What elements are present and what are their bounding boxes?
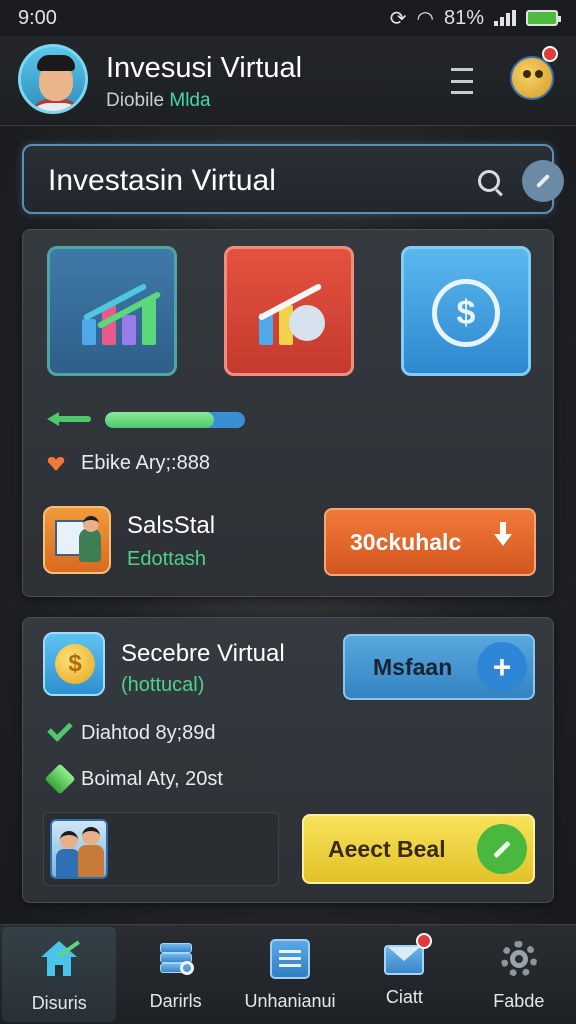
stack-search-icon	[156, 939, 196, 979]
nav-item-data[interactable]: Darirls	[118, 925, 232, 1024]
virtual-card: $ Secebre Virtual (hottucal) Msfaan + Di…	[22, 617, 554, 903]
back-arrow-icon[interactable]	[47, 412, 97, 426]
yellow-button-label: Aeect Beal	[328, 835, 446, 862]
dollar-tile[interactable]: $	[401, 246, 531, 376]
app-subtitle: Diobile Mlda	[106, 90, 211, 112]
nav-label: Ciatt	[385, 987, 423, 1007]
app-header: Invesusi Virtual Diobile Mlda	[0, 36, 576, 126]
nav-label: Disuris	[31, 993, 87, 1013]
subtitle-main: Diobile	[106, 90, 165, 111]
item-subtitle: Edottash	[127, 548, 206, 570]
virtual-subtitle: (hottucal)	[121, 674, 205, 696]
orange-action-button[interactable]: 30ckuhalc	[324, 508, 536, 576]
nav-label: Unhanianui	[244, 991, 336, 1011]
progress-bar	[105, 412, 245, 428]
search-bar[interactable]: Investasin Virtual	[22, 144, 564, 214]
search-input[interactable]: Investasin Virtual	[48, 164, 276, 198]
mascot-notification-icon[interactable]	[506, 46, 558, 104]
gem-icon	[44, 763, 76, 795]
notification-dot	[416, 933, 433, 949]
heart-icon	[47, 457, 65, 471]
mail-icon	[384, 933, 433, 975]
signal-icon	[494, 10, 516, 26]
virtual-title: Secebre Virtual	[121, 640, 285, 667]
plus-icon: +	[477, 642, 527, 692]
avatar[interactable]	[18, 44, 88, 114]
nav-item-home[interactable]: Disuris	[2, 927, 117, 1022]
subtitle-accent: Mlda	[169, 90, 211, 111]
gear-icon	[499, 939, 539, 979]
home-chart-icon	[39, 940, 81, 981]
dollar-icon: $	[432, 279, 500, 347]
bottom-nav: Disuris Darirls Unhanianui Ciatt Fabde	[0, 924, 576, 1024]
battery-percent: 81%	[443, 6, 484, 29]
chart-growth-tile[interactable]	[47, 246, 177, 376]
clock: 9:00	[18, 6, 57, 29]
orange-button-label: 30ckuhalc	[350, 528, 462, 555]
sync-icon: ⟳	[389, 7, 407, 30]
nav-label: Fabde	[493, 991, 545, 1011]
edit-button[interactable]	[522, 160, 564, 202]
item-title: SalsStal	[127, 512, 216, 539]
app-title: Invesusi Virtual	[106, 52, 303, 84]
status-icons: ⟳ ◠ 81%	[389, 6, 561, 31]
nav-label: Darirls	[149, 991, 202, 1011]
people-icon	[50, 819, 108, 879]
nav-item-documents[interactable]: Unhanianui	[233, 925, 347, 1024]
check-icon	[47, 716, 73, 742]
nav-item-settings[interactable]: Fabde	[462, 925, 576, 1024]
check-row-text: Diahtod 8y;89d	[81, 722, 216, 744]
arrow-down-icon	[494, 522, 512, 546]
wifi-icon: ◠	[416, 7, 434, 30]
blue-button-label: Msfaan	[373, 653, 453, 680]
people-thumbnail[interactable]	[43, 812, 279, 886]
teacher-icon	[43, 506, 111, 574]
nav-item-chat[interactable]: Ciatt	[347, 925, 461, 1024]
document-icon	[270, 939, 311, 979]
search-icon[interactable]	[478, 170, 500, 192]
gem-row-text: Boimal Aty, 20st	[81, 768, 223, 790]
stat-text: Ebike Ary;:888	[81, 452, 210, 474]
pencil-icon	[535, 173, 551, 189]
yellow-action-button[interactable]: Aeect Beal	[302, 814, 535, 884]
analytics-tile[interactable]	[224, 246, 354, 376]
notification-badge	[542, 46, 558, 62]
status-bar: 9:00 ⟳ ◠ 81%	[0, 0, 576, 36]
battery-icon	[526, 10, 561, 26]
investment-card: $ Ebike Ary;:888 SalsStal Edottash 30cku…	[22, 229, 554, 597]
menu-icon[interactable]	[451, 68, 473, 94]
blue-add-button[interactable]: Msfaan +	[343, 634, 535, 700]
coin-icon: $	[43, 632, 105, 696]
go-icon	[477, 824, 527, 874]
